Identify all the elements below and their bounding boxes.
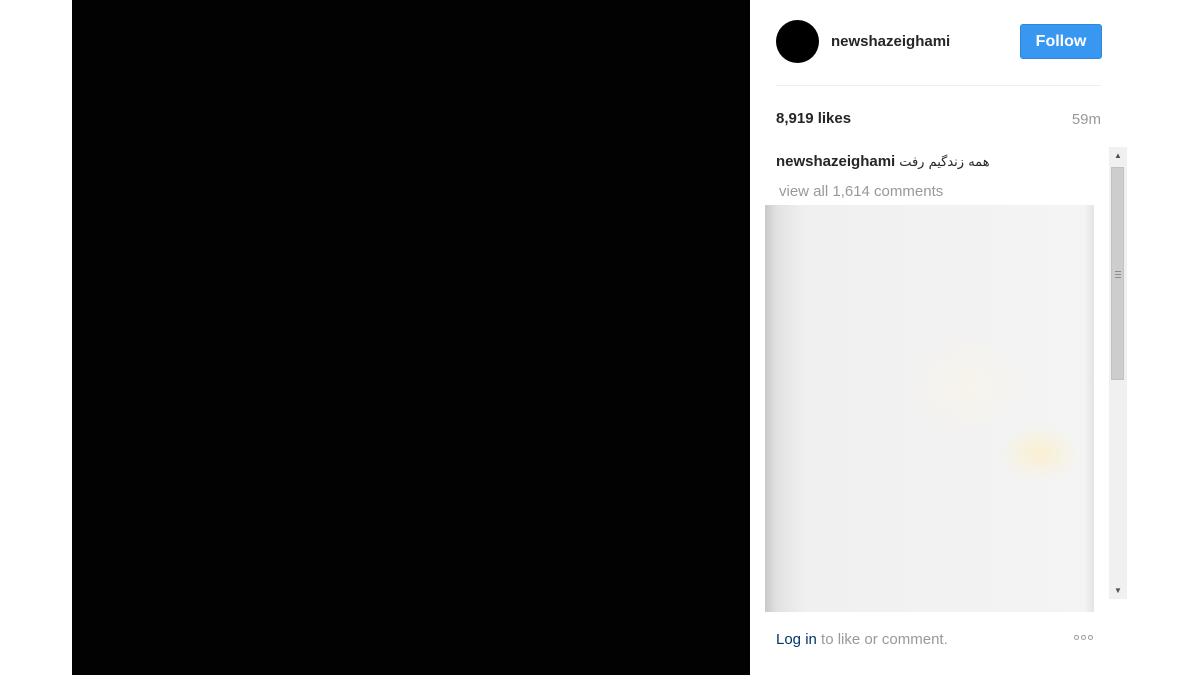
username-link[interactable]: newshazeighami: [831, 33, 950, 50]
follow-button[interactable]: Follow: [1020, 24, 1102, 59]
scroll-grip-icon: [1115, 271, 1121, 278]
more-options-icon[interactable]: [1074, 628, 1095, 643]
post-media[interactable]: [72, 0, 750, 675]
post-timestamp[interactable]: 59m: [1072, 111, 1101, 128]
login-link[interactable]: Log in: [776, 631, 817, 648]
comment-image: [765, 205, 1094, 612]
scroll-down-arrow-icon[interactable]: ▼: [1109, 582, 1127, 599]
caption-text: همه زندگیم رفت: [899, 155, 990, 170]
post-header: newshazeighami Follow: [776, 20, 1102, 64]
caption: newshazeighami همه زندگیم رفت: [776, 153, 990, 170]
post-sidebar: newshazeighami Follow 8,919 likes 59m ne…: [750, 0, 1128, 675]
view-all-comments-link[interactable]: view all 1,614 comments: [779, 183, 943, 200]
caption-username[interactable]: newshazeighami: [776, 153, 895, 170]
likes-count: 8,919 likes: [776, 110, 852, 127]
header-divider: [776, 85, 1101, 86]
comments-scrollbar[interactable]: ▲ ▼: [1109, 147, 1127, 599]
login-prompt: Log in to like or comment.: [776, 631, 948, 648]
login-prompt-suffix: to like or comment.: [816, 631, 948, 648]
scroll-up-arrow-icon[interactable]: ▲: [1109, 147, 1127, 164]
scroll-thumb[interactable]: [1111, 167, 1124, 380]
avatar[interactable]: [776, 20, 819, 63]
